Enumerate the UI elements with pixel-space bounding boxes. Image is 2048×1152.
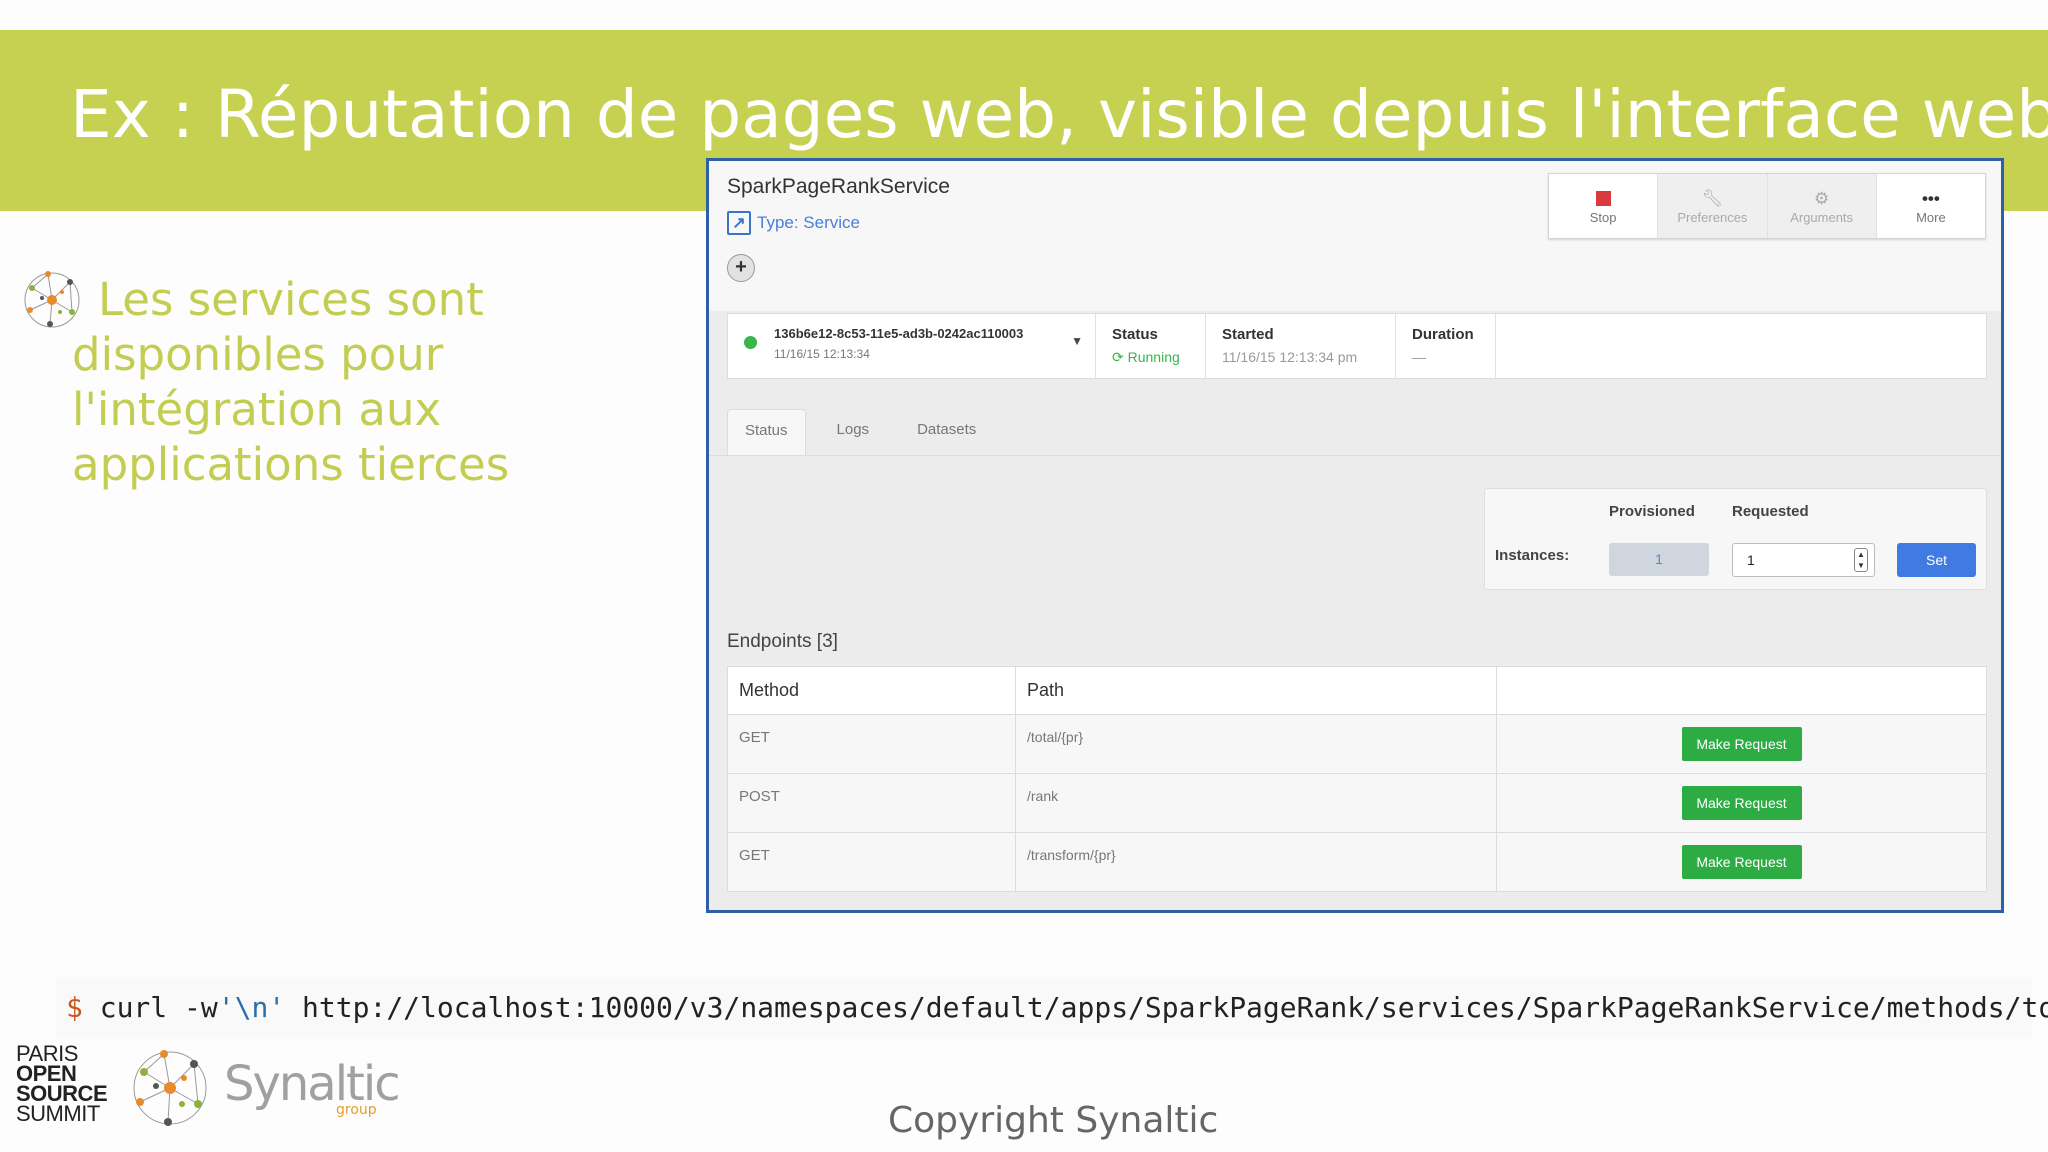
running-status-dot — [744, 336, 757, 349]
bullet-text: Les services sont disponibles pour l'int… — [72, 272, 632, 492]
endpoint-method: GET — [727, 714, 1016, 774]
curl-command: $ curl -w'\n' http://localhost:10000/v3/… — [56, 977, 2048, 1039]
duration-cell: Duration — — [1396, 314, 1496, 378]
make-request-button[interactable]: Make Request — [1681, 786, 1802, 820]
run-timestamp: 11/16/15 12:13:34 — [774, 347, 870, 361]
started-value: 11/16/15 12:13:34 pm — [1222, 349, 1358, 365]
status-value: ⟳ Running — [1112, 349, 1189, 366]
endpoint-path: /rank — [1015, 773, 1497, 833]
endpoints-title: Endpoints [3] — [727, 631, 838, 652]
column-header-action — [1496, 666, 1987, 715]
add-button[interactable]: + — [727, 254, 755, 282]
table-row: POST /rank Make Request — [727, 773, 1987, 833]
endpoints-table: Method Path GET /total/{pr} Make Request… — [727, 666, 1987, 892]
set-button[interactable]: Set — [1897, 543, 1976, 577]
table-row: GET /transform/{pr} Make Request — [727, 832, 1987, 892]
synaltic-group-label: group — [336, 1102, 377, 1118]
gear-icon: ⚙ — [1814, 188, 1830, 208]
endpoint-method: POST — [727, 773, 1016, 833]
column-header-path: Path — [1015, 666, 1497, 715]
more-button[interactable]: ••• More — [1877, 174, 1985, 238]
curl-flag: '\n' — [217, 991, 286, 1024]
endpoint-method: GET — [727, 832, 1016, 892]
status-label: Status — [1112, 326, 1158, 343]
ellipsis-icon: ••• — [1921, 188, 1940, 208]
tab-bar: Status Logs Datasets — [727, 409, 1007, 455]
endpoint-action-cell: Make Request — [1496, 714, 1987, 774]
endpoint-path: /total/{pr} — [1015, 714, 1497, 774]
duration-label: Duration — [1412, 326, 1474, 343]
wrench-icon: 🔧︎ — [1701, 188, 1724, 208]
table-header-row: Method Path — [727, 666, 1987, 715]
started-cell: Started 11/16/15 12:13:34 pm — [1206, 314, 1396, 378]
table-row: GET /total/{pr} Make Request — [727, 714, 1987, 774]
run-bar: 136b6e12-8c53-11e5-ad3b-0242ac110003 11/… — [727, 313, 1987, 379]
run-selector[interactable]: 136b6e12-8c53-11e5-ad3b-0242ac110003 11/… — [728, 314, 1096, 378]
requested-label: Requested — [1732, 503, 1809, 520]
slide-title: Ex : Réputation de pages web, visible de… — [70, 76, 2048, 153]
curl-cmd: curl -w — [99, 991, 218, 1024]
synaltic-logo-icon — [133, 1050, 207, 1126]
app-screenshot: SparkPageRankService ↗ Type: Service + S… — [706, 158, 2004, 913]
curl-url: http://localhost:10000/v3/namespaces/def… — [302, 991, 2048, 1024]
endpoint-path: /transform/{pr} — [1015, 832, 1497, 892]
arguments-label: Arguments — [1790, 209, 1854, 225]
paris-open-source-summit-logo: PARIS OPEN SOURCE SUMMIT — [16, 1043, 108, 1126]
preferences-label: Preferences — [1677, 209, 1748, 225]
stop-label: Stop — [1589, 209, 1617, 225]
toolbar: Stop 🔧︎ Preferences ⚙ Arguments ••• More — [1548, 173, 1986, 239]
shell-prompt: $ — [66, 991, 83, 1024]
stop-button[interactable]: Stop — [1549, 174, 1659, 238]
refresh-icon: ⟳ — [1112, 349, 1124, 365]
stop-icon — [1595, 190, 1611, 206]
tab-datasets[interactable]: Datasets — [900, 409, 993, 455]
make-request-button[interactable]: Make Request — [1681, 727, 1802, 761]
more-label: More — [1916, 209, 1946, 225]
provisioned-value: 1 — [1609, 543, 1709, 576]
provisioned-label: Provisioned — [1609, 503, 1695, 520]
tab-divider — [709, 455, 2001, 456]
bullet-first-line: Les services sont — [98, 273, 484, 326]
run-id: 136b6e12-8c53-11e5-ad3b-0242ac110003 — [774, 326, 1024, 341]
arguments-button[interactable]: ⚙ Arguments — [1767, 174, 1877, 238]
number-spinner[interactable]: ▲ ▼ — [1854, 548, 1868, 572]
preferences-button[interactable]: 🔧︎ Preferences — [1658, 174, 1768, 238]
slide: Ex : Réputation de pages web, visible de… — [0, 0, 2048, 1152]
endpoint-action-cell: Make Request — [1497, 833, 1987, 892]
service-type-link[interactable]: ↗ Type: Service — [727, 211, 860, 235]
copyright: Copyright Synaltic — [888, 1100, 1219, 1141]
instances-panel: Provisioned Requested Instances: 1 1 ▲ ▼ … — [1484, 488, 1987, 590]
tab-logs[interactable]: Logs — [820, 409, 887, 455]
logo-line: SUMMIT — [16, 1101, 100, 1126]
service-name: SparkPageRankService — [727, 175, 950, 198]
make-request-button[interactable]: Make Request — [1681, 845, 1802, 879]
duration-value: — — [1412, 349, 1426, 365]
bullet-rest: disponibles pour l'intégration aux appli… — [72, 328, 510, 491]
status-text: Running — [1127, 349, 1180, 365]
requested-value: 1 — [1747, 552, 1755, 568]
instances-label: Instances: — [1495, 547, 1570, 564]
external-link-icon: ↗ — [727, 211, 751, 235]
endpoint-action-cell: Make Request — [1496, 773, 1987, 833]
status-cell: Status ⟳ Running — [1096, 314, 1206, 378]
caret-down-icon: ▼ — [1071, 334, 1083, 348]
service-type-label: Type: Service — [757, 213, 860, 232]
started-label: Started — [1222, 326, 1274, 343]
requested-instances-input[interactable]: 1 ▲ ▼ — [1732, 543, 1875, 577]
column-header-method: Method — [727, 666, 1016, 715]
tab-status[interactable]: Status — [727, 409, 806, 455]
